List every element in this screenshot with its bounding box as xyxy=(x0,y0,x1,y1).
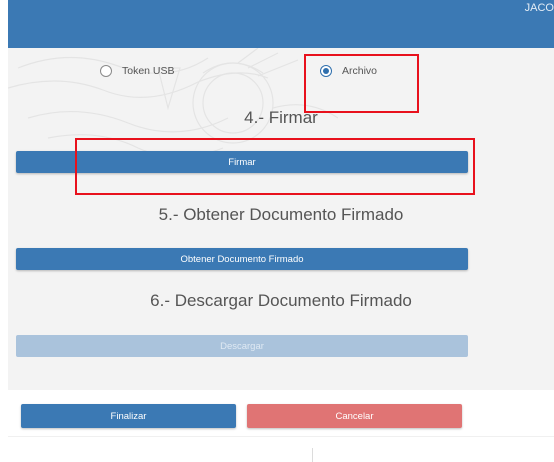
step-4-title: 4.- Firmar xyxy=(244,108,318,127)
dialog-footer: Finalizar Cancelar xyxy=(8,390,554,462)
footer-divider xyxy=(312,448,313,462)
cancel-button[interactable]: Cancelar xyxy=(247,404,462,428)
step-6-title: 6.- Descargar Documento Firmado xyxy=(150,291,412,310)
obtain-signed-document-button[interactable]: Obtener Documento Firmado xyxy=(16,248,468,270)
signing-panel: Token USB Archivo 4.- Firmar Firmar 5.- … xyxy=(8,48,554,390)
finish-button[interactable]: Finalizar xyxy=(21,404,236,428)
left-margin xyxy=(0,0,8,462)
archivo-highlight-box xyxy=(304,54,419,113)
app-header: JACO xyxy=(8,0,554,48)
download-button[interactable]: Descargar xyxy=(16,335,468,357)
footer-separator xyxy=(8,436,554,437)
sign-button-highlight-box xyxy=(75,138,475,195)
step-5-title: 5.- Obtener Documento Firmado xyxy=(158,205,404,224)
header-user-text: JACO xyxy=(524,2,554,14)
token-usb-option[interactable]: Token USB xyxy=(100,62,175,80)
token-usb-radio[interactable] xyxy=(100,65,112,77)
token-usb-label: Token USB xyxy=(122,65,175,77)
